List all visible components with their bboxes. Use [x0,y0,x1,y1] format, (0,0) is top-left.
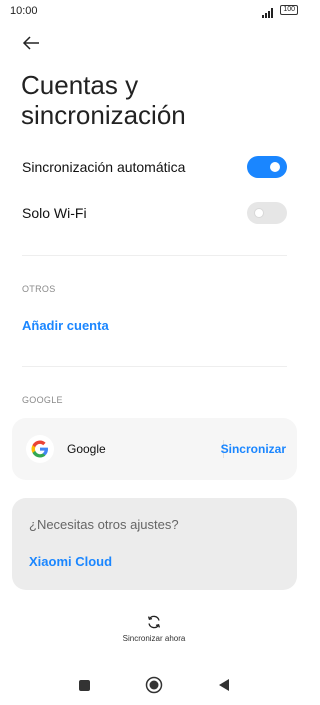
home-icon [145,676,163,694]
status-time: 10:00 [10,5,38,17]
google-account-card[interactable]: Google Sincronizar [12,418,297,480]
sync-now-button[interactable]: Sincronizar ahora [0,614,308,654]
toggle-knob [254,208,264,218]
auto-sync-toggle[interactable] [247,156,287,178]
wifi-only-row[interactable]: Solo Wi-Fi [22,198,287,228]
auto-sync-label: Sincronización automática [22,159,186,175]
square-icon [78,679,90,691]
wifi-only-label: Solo Wi-Fi [22,205,87,221]
sync-google-button[interactable]: Sincronizar [221,442,286,456]
status-icons: 100 [262,5,298,18]
page-title: Cuentas y sincronización [21,70,186,130]
divider [22,255,287,256]
add-account-link[interactable]: Añadir cuenta [22,318,109,333]
navigation-bar [0,670,308,700]
recents-button[interactable] [75,676,93,694]
google-account-name: Google [67,442,106,456]
back-arrow-icon [22,36,39,50]
auto-sync-row[interactable]: Sincronización automática [22,152,287,182]
back-button[interactable] [18,30,44,56]
google-logo-icon [26,435,54,463]
back-triangle-icon [219,679,229,691]
section-header-google: GOOGLE [22,395,63,405]
battery-icon: 100 [280,5,298,15]
home-button[interactable] [145,676,163,694]
back-nav-button[interactable] [215,676,233,694]
wifi-only-toggle[interactable] [247,202,287,224]
other-settings-title: ¿Necesitas otros ajustes? [29,517,179,532]
status-bar: 10:00 100 [0,0,308,24]
section-header-otros: OTROS [22,284,56,294]
xiaomi-cloud-link[interactable]: Xiaomi Cloud [29,554,112,569]
other-settings-card: ¿Necesitas otros ajustes? Xiaomi Cloud [12,498,297,590]
sync-icon [147,615,161,629]
signal-icon [262,5,276,18]
divider [22,366,287,367]
toggle-knob [270,162,280,172]
sync-now-label: Sincronizar ahora [122,634,186,643]
